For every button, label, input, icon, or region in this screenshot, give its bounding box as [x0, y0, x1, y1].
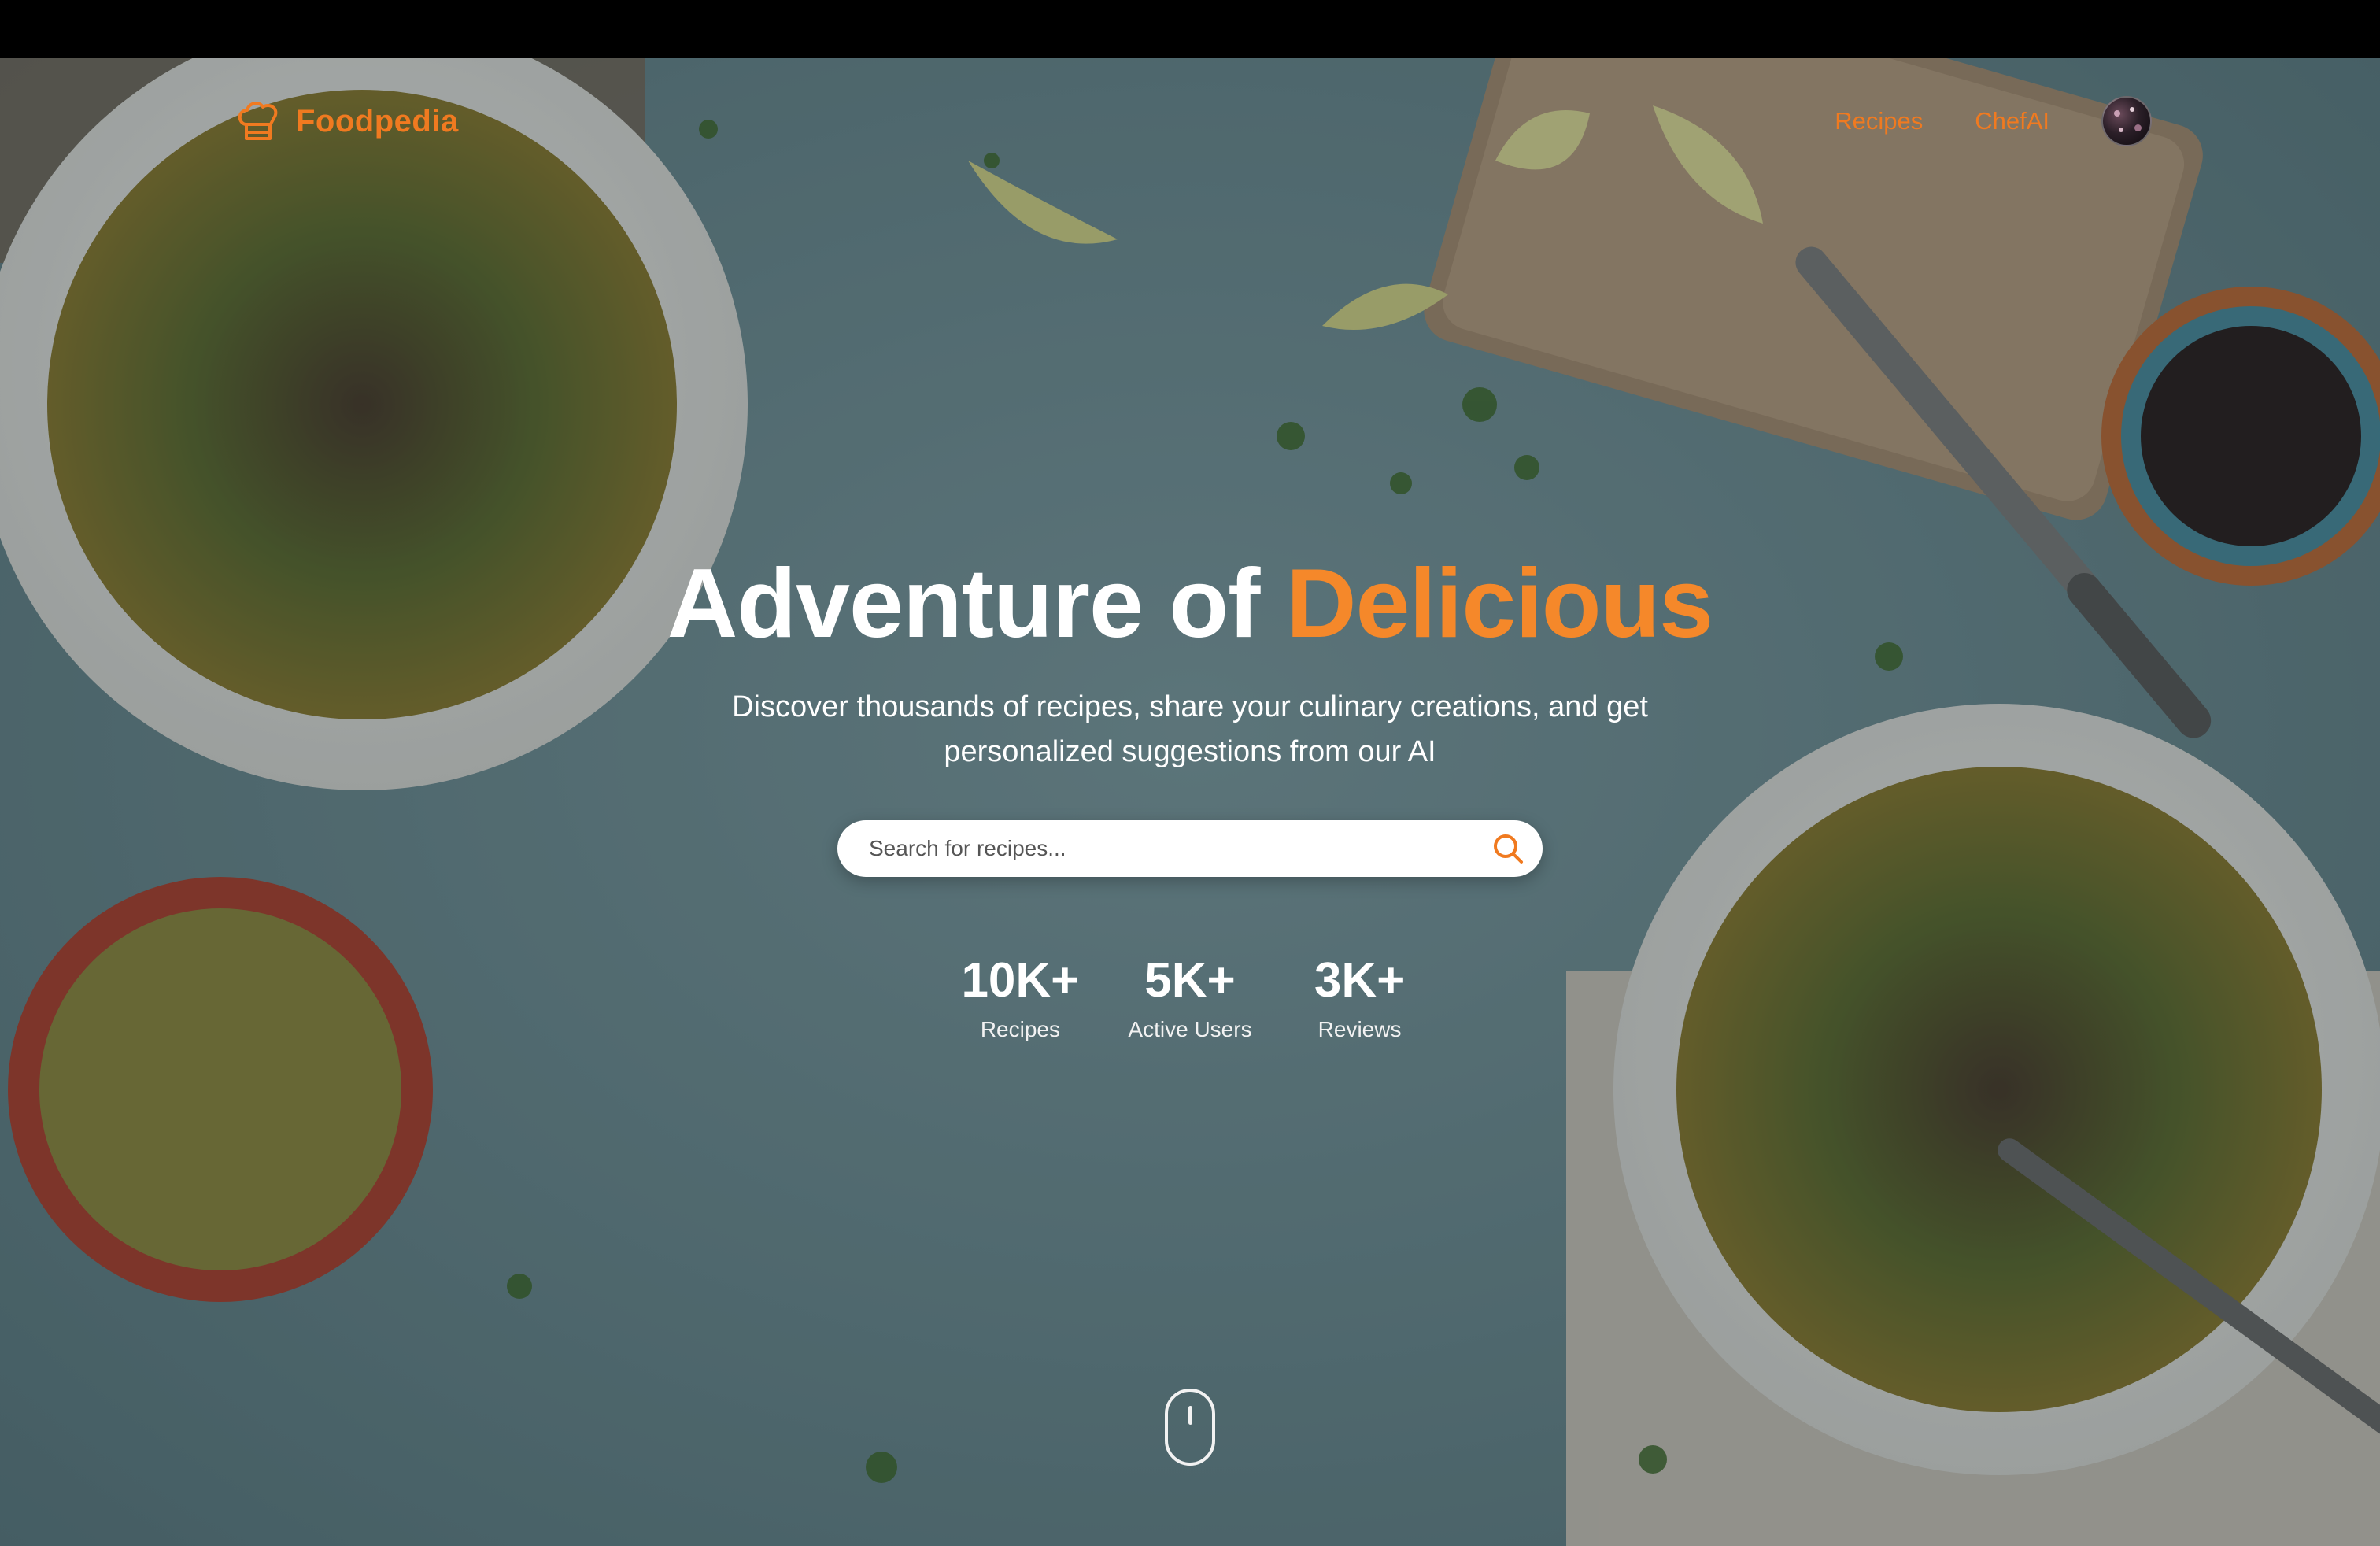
- user-avatar[interactable]: [2101, 96, 2152, 146]
- hero-title: Adventure of Delicious: [0, 548, 2380, 660]
- stat-value: 10K+: [961, 953, 1080, 1008]
- stat-label: Active Users: [1128, 1017, 1252, 1041]
- stat-value: 5K+: [1144, 953, 1236, 1008]
- hero-title-accent: Delicious: [1285, 549, 1713, 658]
- search-input[interactable]: [869, 820, 1451, 877]
- recipe-search-bar: [837, 820, 1543, 877]
- stat-recipes: 10K+ Recipes: [961, 949, 1079, 1042]
- top-black-bar: [0, 0, 2380, 58]
- stat-label: Reviews: [1318, 1017, 1402, 1041]
- stat-reviews: 3K+ Reviews: [1301, 949, 1419, 1042]
- top-navigation: Foodpedia Recipes ChefAI: [0, 58, 2380, 184]
- nav-link-recipes[interactable]: Recipes: [1835, 107, 1923, 135]
- search-icon: [1494, 834, 1523, 864]
- stats-row: 10K+ Recipes 5K+ Active Users 3K+ Review…: [0, 949, 2380, 1042]
- hero-title-main: Adventure of: [667, 549, 1286, 658]
- nav-links: Recipes ChefAI: [1835, 96, 2152, 146]
- hero-section: Foodpedia Recipes ChefAI Adventure of De…: [0, 58, 2380, 1546]
- stat-value: 3K+: [1314, 953, 1406, 1008]
- search-button[interactable]: [1491, 831, 1525, 866]
- hero-subtitle: Discover thousands of recipes, share you…: [732, 690, 1648, 768]
- mouse-scroll-icon[interactable]: [1165, 1389, 1215, 1466]
- chef-hat-icon: [238, 102, 278, 140]
- nav-link-chefai[interactable]: ChefAI: [1975, 107, 2049, 135]
- scroll-wheel: [1188, 1406, 1192, 1425]
- stat-label: Recipes: [980, 1017, 1060, 1041]
- brand-name: Foodpedia: [296, 103, 459, 139]
- brand-logo[interactable]: Foodpedia: [235, 98, 459, 145]
- stat-active-users: 5K+ Active Users: [1128, 949, 1251, 1042]
- hero-dark-overlay: [0, 58, 2380, 1546]
